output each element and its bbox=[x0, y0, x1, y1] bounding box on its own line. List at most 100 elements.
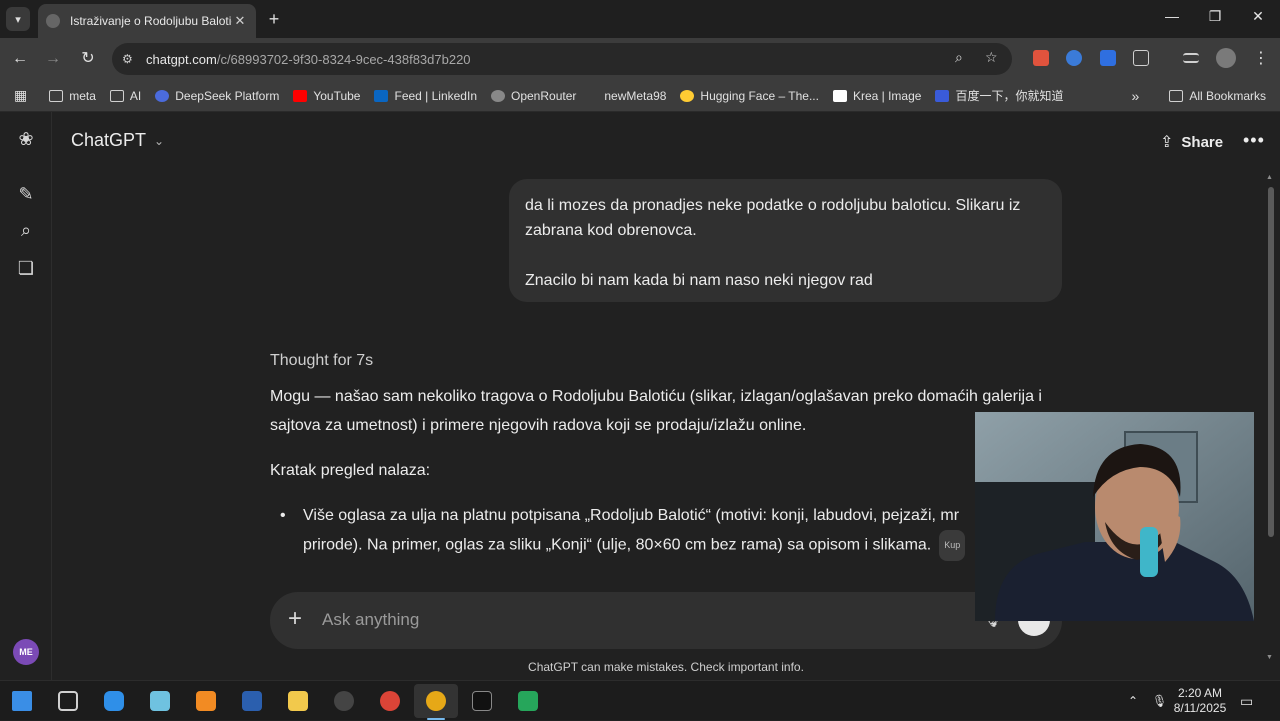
huggingface-icon bbox=[680, 89, 695, 102]
prompt-input[interactable] bbox=[322, 606, 962, 634]
new-chat-icon[interactable]: ✎ bbox=[16, 184, 36, 204]
extension-audio-icon[interactable] bbox=[1066, 50, 1082, 66]
zoom-icon[interactable]: ⌕ bbox=[955, 49, 963, 66]
folder-icon bbox=[109, 89, 124, 102]
bookmarks-right: » All Bookmarks bbox=[1132, 80, 1266, 112]
clock-time: 2:20 AM bbox=[1177, 686, 1223, 700]
apps-grid-icon[interactable]: ▦ bbox=[14, 87, 27, 104]
reload-icon[interactable]: ↻ bbox=[77, 49, 99, 69]
microphone-tray-icon[interactable]: 🎙 bbox=[1152, 681, 1167, 721]
chrome-menu-icon[interactable]: ⋮ bbox=[1250, 49, 1272, 69]
krea-icon bbox=[832, 89, 847, 102]
back-arrow-icon[interactable]: ← bbox=[9, 49, 31, 69]
search-icon[interactable]: ⌕ bbox=[16, 220, 36, 240]
active-tab[interactable]: Istraživanje o Rodoljubu Balotić ✕ bbox=[38, 4, 256, 38]
model-picker[interactable]: ChatGPT ⌄ bbox=[71, 130, 164, 151]
webcam-person-image bbox=[975, 412, 1254, 621]
share-button[interactable]: ⇪ Share bbox=[1160, 132, 1223, 152]
disclaimer: ChatGPT can make mistakes. Check importa… bbox=[528, 660, 804, 674]
chevron-down-icon: ⌄ bbox=[154, 133, 165, 148]
more-options-icon[interactable]: ••• bbox=[1243, 130, 1265, 151]
tab-close-icon[interactable]: ✕ bbox=[232, 13, 248, 29]
app-green-icon[interactable] bbox=[518, 691, 538, 711]
extensions-puzzle-icon[interactable] bbox=[1133, 50, 1149, 66]
media-controls-icon[interactable] bbox=[1183, 53, 1199, 63]
scrollbar-thumb[interactable] bbox=[1268, 187, 1274, 537]
copilot-icon[interactable] bbox=[104, 691, 124, 711]
user-message-line: da li mozes da pronadjes neke podatke o … bbox=[525, 197, 1021, 239]
attach-plus-icon[interactable]: + bbox=[288, 606, 302, 632]
bookmarks-bar: ▦ meta AI DeepSeek Platform YouTube Feed… bbox=[0, 80, 1280, 112]
windows-taskbar: ⌃ 🎙 2:20 AM 8/11/2025 ▭ bbox=[0, 680, 1280, 720]
user-message: da li mozes da pronadjes neke podatke o … bbox=[509, 179, 1062, 302]
bookmark-openrouter[interactable]: OpenRouter bbox=[491, 89, 576, 103]
notifications-icon[interactable]: ▭ bbox=[1240, 681, 1253, 721]
findings-list: Više oglasa za ulja na platnu potpisana … bbox=[270, 501, 1060, 561]
bookmark-ai[interactable]: AI bbox=[109, 89, 141, 103]
sublime-text-icon[interactable] bbox=[196, 691, 216, 711]
thought-duration[interactable]: Thought for 7s bbox=[270, 352, 373, 370]
browser-toolbar: ← → ↻ ⚙ chatgpt.com/c/68993702-9f30-8324… bbox=[0, 38, 1280, 80]
bookmark-baidu[interactable]: 百度一下，你就知道 bbox=[935, 87, 1063, 104]
tray-overflow-icon[interactable]: ⌃ bbox=[1128, 681, 1138, 721]
chrome-active-icon[interactable] bbox=[426, 691, 446, 711]
baidu-icon bbox=[935, 89, 950, 102]
folder-icon bbox=[49, 89, 64, 102]
bookmark-linkedin[interactable]: Feed | LinkedIn bbox=[374, 89, 477, 103]
chrome-icon[interactable] bbox=[380, 691, 400, 711]
profile-avatar-icon[interactable] bbox=[1216, 48, 1236, 68]
tab-title: Istraživanje o Rodoljubu Balotić bbox=[70, 14, 232, 28]
bookmark-meta[interactable]: meta bbox=[49, 89, 96, 103]
forward-arrow-icon[interactable]: → bbox=[42, 49, 64, 69]
terminal-icon[interactable] bbox=[472, 691, 492, 711]
bookmarks-overflow-icon[interactable]: » bbox=[1132, 88, 1140, 104]
task-view-icon[interactable] bbox=[58, 691, 78, 711]
bookmark-deepseek[interactable]: DeepSeek Platform bbox=[155, 89, 279, 103]
windows-start-icon[interactable] bbox=[12, 691, 32, 711]
clock-date: 8/11/2025 bbox=[1173, 701, 1227, 715]
minimize-icon[interactable]: — bbox=[1157, 8, 1187, 24]
user-message-line: Znacilo bi nam kada bi nam naso neki nje… bbox=[525, 272, 873, 289]
restore-icon[interactable]: ❐ bbox=[1200, 8, 1230, 25]
obs-icon[interactable] bbox=[334, 691, 354, 711]
bookmark-huggingface[interactable]: Hugging Face – The... bbox=[680, 89, 819, 103]
tab-favicon-icon bbox=[46, 14, 60, 28]
bookmark-star-icon[interactable]: ☆ bbox=[985, 49, 998, 66]
openai-logo-icon[interactable]: ❀ bbox=[16, 129, 36, 149]
new-tab-plus-icon[interactable]: + bbox=[264, 9, 284, 29]
deepseek-icon bbox=[155, 89, 170, 102]
address-url: chatgpt.com/c/68993702-9f30-8324-9cec-43… bbox=[146, 51, 471, 67]
citation-chip[interactable]: Kup bbox=[939, 530, 966, 561]
site-info-icon[interactable]: ⚙ bbox=[122, 52, 142, 66]
sidebar-rail: ❀ ✎ ⌕ ❏ ME bbox=[0, 112, 52, 680]
bookmark-newmeta98[interactable]: newMeta98 bbox=[604, 89, 666, 103]
address-bar[interactable]: ⚙ chatgpt.com/c/68993702-9f30-8324-9cec-… bbox=[112, 43, 1012, 75]
extension-red-icon[interactable] bbox=[1033, 50, 1049, 66]
bookmark-youtube[interactable]: YouTube bbox=[293, 89, 360, 103]
taskbar-clock[interactable]: 2:20 AM 8/11/2025 bbox=[1166, 686, 1234, 716]
model-name: ChatGPT bbox=[71, 130, 147, 150]
extension-shield-icon[interactable] bbox=[1100, 50, 1116, 66]
tab-search-chevron-icon[interactable]: ▾ bbox=[6, 7, 30, 31]
assistant-message: Mogu — našao sam nekoliko tragova o Rodo… bbox=[270, 382, 1060, 561]
scroll-up-arrow-icon[interactable]: ▲ bbox=[1266, 174, 1273, 181]
library-icon[interactable]: ❏ bbox=[16, 258, 36, 278]
list-item: Više oglasa za ulja na platnu potpisana … bbox=[270, 501, 990, 561]
all-bookmarks[interactable]: All Bookmarks bbox=[1169, 89, 1266, 103]
composer: + 🎙 bbox=[270, 592, 1062, 649]
webcam-overlay bbox=[975, 412, 1254, 621]
bookmark-krea[interactable]: Krea | Image bbox=[832, 89, 921, 103]
assistant-summary-heading: Kratak pregled nalaza: bbox=[270, 462, 431, 479]
share-label: Share bbox=[1181, 133, 1224, 151]
window-close-icon[interactable]: ✕ bbox=[1243, 8, 1273, 25]
powershell-icon[interactable] bbox=[242, 691, 262, 711]
youtube-icon bbox=[293, 89, 308, 102]
notepad-icon[interactable] bbox=[150, 691, 170, 711]
user-avatar[interactable]: ME bbox=[13, 639, 39, 665]
scroll-down-arrow-icon[interactable]: ▼ bbox=[1266, 654, 1273, 661]
openrouter-icon bbox=[491, 89, 505, 102]
file-explorer-icon[interactable] bbox=[288, 691, 308, 711]
linkedin-icon bbox=[374, 89, 389, 102]
share-icon: ⇪ bbox=[1160, 134, 1174, 151]
assistant-intro: Mogu — našao sam nekoliko tragova o Rodo… bbox=[270, 388, 1042, 434]
